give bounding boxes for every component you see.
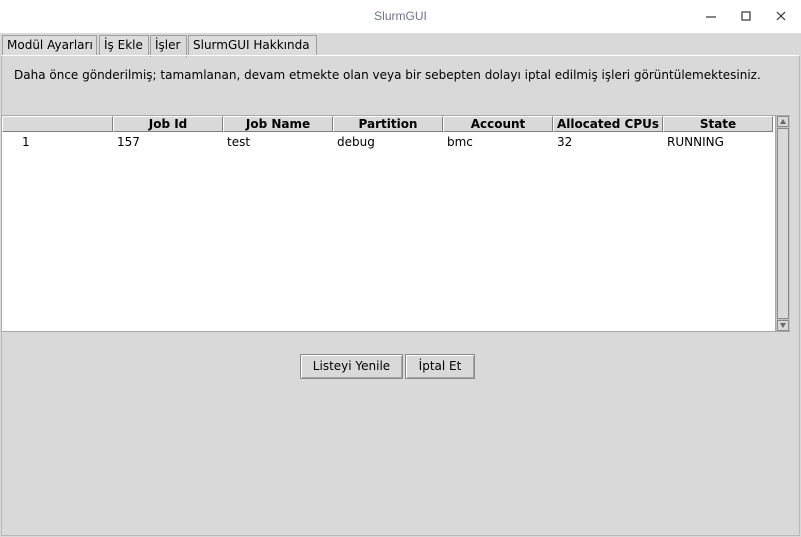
tab-jobs[interactable]: İşler xyxy=(150,35,187,57)
minimize-icon xyxy=(706,16,716,18)
description-text: Daha önce gönderilmiş; tamamlanan, devam… xyxy=(14,68,761,82)
scrollbar-thumb[interactable] xyxy=(777,128,789,319)
tab-module-settings[interactable]: Modül Ayarları xyxy=(2,35,97,55)
column-header-job-name[interactable]: Job Name xyxy=(223,116,333,132)
cell-state: RUNNING xyxy=(667,135,724,149)
column-header-index[interactable] xyxy=(2,116,113,132)
title-bar: SlurmGUI xyxy=(0,0,801,33)
table-row[interactable]: 1 157 test debug bmc 32 RUNNING xyxy=(2,134,773,151)
cell-index: 1 xyxy=(22,135,30,149)
tab-about[interactable]: SlurmGUI Hakkında xyxy=(188,35,317,55)
close-icon xyxy=(776,11,786,21)
cell-job-name: test xyxy=(227,135,251,149)
scroll-up-button[interactable] xyxy=(777,116,789,127)
close-button[interactable] xyxy=(770,6,792,28)
arrow-up-icon xyxy=(780,119,786,124)
maximize-icon xyxy=(741,11,751,21)
cell-allocated-cpus: 32 xyxy=(557,135,573,149)
cell-partition: debug xyxy=(337,135,375,149)
jobs-table[interactable]: Job Id Job Name Partition Account Alloca… xyxy=(1,115,790,332)
window-title: SlurmGUI xyxy=(374,9,427,23)
tab-add-job[interactable]: İş Ekle xyxy=(99,35,149,55)
cancel-job-button[interactable]: İptal Et xyxy=(405,354,475,379)
minimize-button[interactable] xyxy=(700,6,722,28)
scroll-down-button[interactable] xyxy=(777,320,789,331)
vertical-scrollbar[interactable] xyxy=(775,116,790,331)
column-header-allocated-cpus[interactable]: Allocated CPUs xyxy=(553,116,663,132)
column-header-partition[interactable]: Partition xyxy=(333,116,443,132)
cell-job-id: 157 xyxy=(117,135,140,149)
column-header-account[interactable]: Account xyxy=(443,116,553,132)
cell-account: bmc xyxy=(447,135,473,149)
refresh-list-button[interactable]: Listeyi Yenile xyxy=(300,354,403,379)
maximize-button[interactable] xyxy=(735,6,757,28)
column-header-job-id[interactable]: Job Id xyxy=(113,116,223,132)
column-header-state[interactable]: State xyxy=(663,116,773,132)
arrow-down-icon xyxy=(780,323,786,328)
